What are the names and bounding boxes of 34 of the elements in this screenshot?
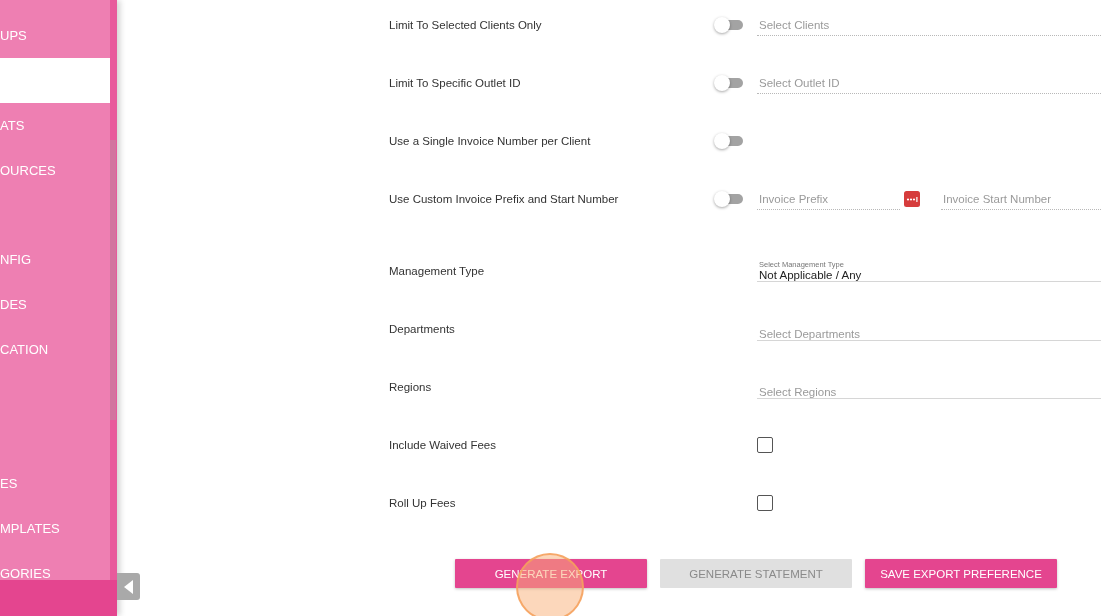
checkbox[interactable]: [757, 437, 773, 453]
field-label: Use a Single Invoice Number per Client: [389, 135, 592, 147]
sidebar-item[interactable]: GORIES: [0, 566, 51, 580]
collapse-button[interactable]: [117, 573, 140, 600]
sidebar-item[interactable]: UPS: [0, 29, 27, 43]
sidebar-scrollbar[interactable]: [110, 0, 117, 580]
sidebar-item[interactable]: ES: [0, 477, 18, 491]
sidebar-item[interactable]: DES: [0, 298, 27, 312]
field-label: Use Custom Invoice Prefix and Start Number: [389, 193, 620, 205]
sidebar-item[interactable]: OURCES: [0, 163, 56, 177]
caret-left-icon: [124, 579, 133, 594]
toggle-switch[interactable]: [714, 133, 743, 149]
field-label: Limit To Specific Outlet ID: [389, 77, 522, 89]
field-label: Roll Up Fees: [389, 497, 457, 509]
field-label: Include Waived Fees: [389, 439, 497, 451]
sidebar-item[interactable]: [0, 58, 110, 104]
toggle-switch[interactable]: [714, 75, 743, 91]
sidebar-item[interactable]: CATION: [0, 342, 49, 356]
action-button[interactable]: SAVE EXPORT PREFERENCE: [865, 559, 1057, 588]
password-dots-icon[interactable]: [904, 191, 920, 207]
sidebar-item[interactable]: NFIG: [0, 253, 32, 267]
toggle-switch[interactable]: [714, 17, 743, 33]
field-label: Management Type: [389, 265, 486, 277]
checkbox[interactable]: [757, 495, 773, 511]
sidebar-item[interactable]: ATS: [0, 119, 25, 132]
field-label: Regions: [389, 381, 433, 393]
dropdown-field[interactable]: Select Regions: [757, 375, 1101, 399]
field-label: Departments: [389, 323, 456, 335]
toggle-switch[interactable]: [714, 191, 743, 207]
action-button[interactable]: GENERATE EXPORT: [455, 559, 647, 588]
field-label: Limit To Selected Clients Only: [389, 19, 543, 31]
dropdown-field[interactable]: Select Departments: [757, 317, 1101, 341]
sidebar-item[interactable]: MPLATES: [0, 522, 60, 536]
dropdown-field[interactable]: Not Applicable / Any: [757, 269, 1101, 282]
